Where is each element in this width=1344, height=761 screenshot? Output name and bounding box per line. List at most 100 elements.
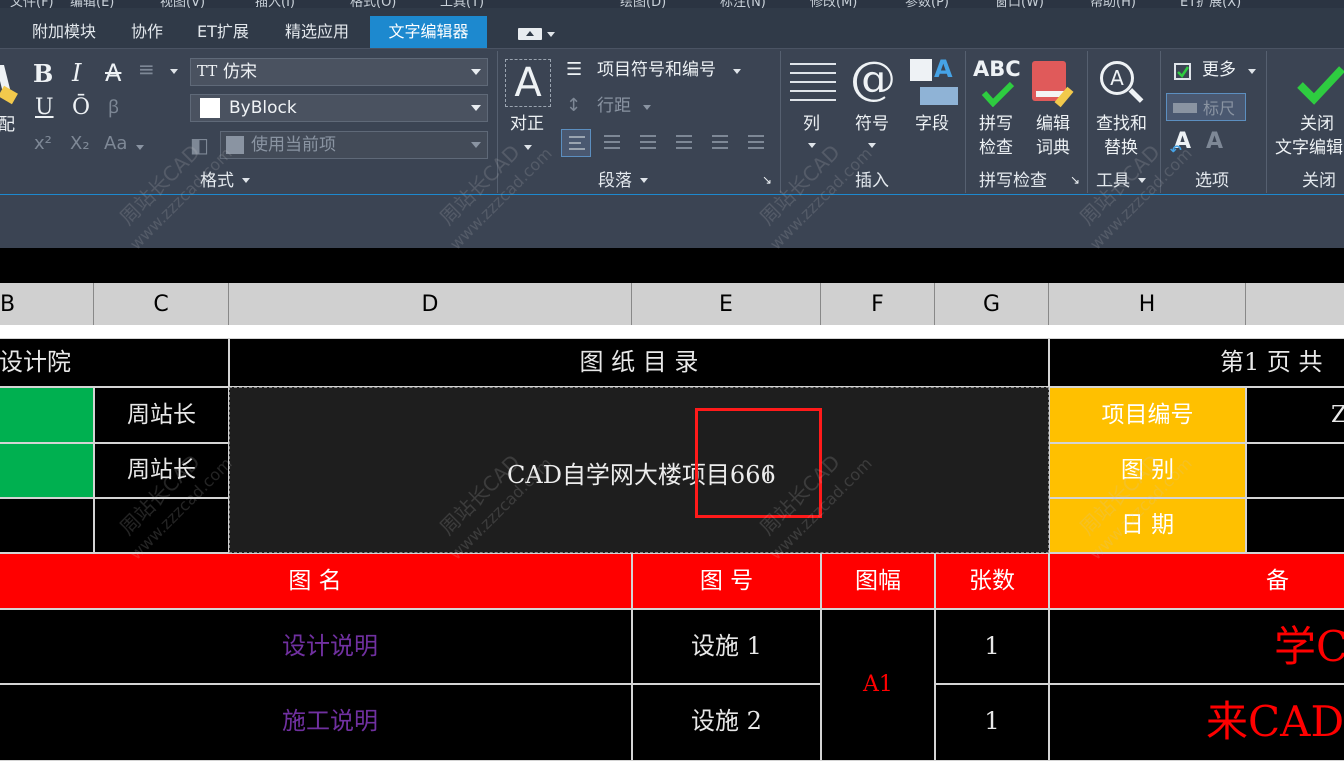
justify-icon[interactable]: A [505, 59, 551, 107]
overline-button[interactable]: Ō [72, 95, 90, 120]
undo-icon[interactable]: A ↶ [1170, 129, 1191, 159]
match-format-icon[interactable] [0, 61, 22, 109]
column-header-d[interactable]: D [229, 283, 632, 325]
menu-item[interactable]: 绘图(D) [620, 0, 666, 8]
drawing-index-title-cell[interactable]: 图 纸 目 录 [229, 338, 1049, 387]
design-institute-cell[interactable]: 设计院 [0, 338, 229, 387]
symbol-icon[interactable]: @ [850, 51, 896, 105]
table-row-number[interactable]: 设施 2 [632, 684, 821, 761]
panel-display-toggle-icon[interactable] [518, 28, 542, 40]
column-header-h[interactable]: H [1049, 283, 1246, 325]
column-header-e[interactable]: E [632, 283, 821, 325]
ruler-toggle-button[interactable]: 标尺 [1166, 93, 1246, 121]
symbol-label[interactable]: 符号 [855, 113, 889, 136]
bullets-label[interactable]: 项目符号和编号 [597, 59, 716, 82]
drawing-category-label-cell[interactable]: 图 别 [1049, 443, 1246, 498]
reviewer-cell[interactable]: 周站长 [94, 443, 229, 498]
menu-item[interactable]: 参数(P) [905, 0, 949, 8]
menu-item[interactable]: 格式(O) [350, 0, 396, 8]
dictionary-label-2[interactable]: 词典 [1036, 137, 1070, 160]
green-cell[interactable] [0, 387, 94, 443]
sheet-size-header[interactable]: 图幅 [821, 553, 935, 609]
table-row-size[interactable]: A1 [821, 609, 935, 761]
menu-item[interactable]: 帮助(H) [1090, 0, 1136, 8]
tab-addons[interactable]: 附加模块 [14, 16, 114, 48]
format-panel-title[interactable]: 格式 [200, 169, 250, 193]
field-icon[interactable]: A [910, 55, 958, 107]
chevron-down-icon[interactable] [808, 143, 816, 148]
italic-button[interactable]: I [72, 59, 81, 87]
menu-item[interactable]: 插入(I) [255, 0, 295, 8]
close-editor-label-2[interactable]: 文字编辑 [1275, 137, 1343, 160]
color-select[interactable]: ByBlock [190, 94, 488, 122]
spell-check-label-2[interactable]: 检查 [979, 137, 1013, 160]
column-header-g[interactable]: G [935, 283, 1049, 325]
dialog-launcher-icon[interactable]: ↘ [1070, 173, 1080, 187]
table-row-count[interactable]: 1 [935, 684, 1049, 761]
project-number-value-cell[interactable]: Z [1246, 387, 1344, 443]
dialog-launcher-icon[interactable]: ↘ [762, 173, 772, 187]
tab-featured-apps[interactable]: 精选应用 [270, 16, 364, 48]
more-checkbox-icon[interactable] [1174, 63, 1191, 80]
chevron-down-icon[interactable] [170, 69, 178, 74]
menu-item[interactable]: 视图(V) [160, 0, 205, 8]
table-row-number[interactable]: 设施 1 [632, 609, 821, 684]
drawing-number-header[interactable]: 图 号 [632, 553, 821, 609]
date-value-cell[interactable] [1246, 498, 1344, 553]
menu-item[interactable]: 编辑(E) [70, 0, 114, 8]
find-replace-label-2[interactable]: 替换 [1104, 137, 1138, 160]
column-header-i[interactable] [1246, 283, 1344, 325]
green-cell[interactable] [0, 443, 94, 498]
table-row-count[interactable]: 1 [935, 609, 1049, 684]
spell-check-icon[interactable]: ABC [973, 57, 1023, 109]
dictionary-label-1[interactable]: 编辑 [1036, 113, 1070, 136]
tab-text-editor[interactable]: 文字编辑器 [370, 16, 487, 48]
align-left-default-button[interactable] [561, 129, 591, 157]
distribute-button[interactable] [741, 129, 771, 157]
find-replace-icon[interactable]: A [1098, 59, 1148, 109]
page-count-cell[interactable]: 第1 页 共 [1049, 338, 1344, 387]
more-label[interactable]: 更多 [1202, 59, 1236, 82]
sheet-count-header[interactable]: 张数 [935, 553, 1049, 609]
menu-item[interactable]: 工具(T) [440, 0, 484, 8]
tools-panel-title[interactable]: 工具 [1096, 169, 1146, 193]
remarks-header[interactable]: 备 [1049, 553, 1344, 609]
table-row-name[interactable]: 施工说明 [0, 684, 632, 761]
chevron-down-icon[interactable] [547, 32, 555, 37]
find-replace-label-1[interactable]: 查找和 [1096, 113, 1147, 136]
menu-item[interactable]: 文件(F) [10, 0, 54, 8]
chevron-down-icon[interactable] [1248, 69, 1256, 74]
project-number-label-cell[interactable]: 项目编号 [1049, 387, 1246, 443]
font-select[interactable]: TT 仿宋 [190, 58, 488, 86]
columns-icon[interactable] [790, 63, 836, 107]
spell-check-label-1[interactable]: 拼写 [979, 113, 1013, 136]
align-center-button[interactable] [633, 129, 663, 157]
project-name-edit-cell[interactable]: CAD自学网大楼项目666 I [229, 387, 1049, 553]
drawing-category-value-cell[interactable] [1246, 443, 1344, 498]
column-header-b[interactable]: B [0, 283, 94, 325]
align-right-button[interactable] [669, 129, 699, 157]
align-left-button[interactable] [597, 129, 627, 157]
column-header-c[interactable]: C [94, 283, 229, 325]
table-row-name[interactable]: 设计说明 [0, 609, 632, 684]
column-header-f[interactable]: F [821, 283, 935, 325]
date-label-cell[interactable]: 日 期 [1049, 498, 1246, 553]
chevron-down-icon[interactable] [733, 69, 741, 74]
underline-button[interactable]: U [35, 95, 54, 120]
bold-button[interactable]: B [33, 59, 53, 88]
chevron-down-icon[interactable] [868, 143, 876, 148]
field-label[interactable]: 字段 [915, 113, 949, 136]
paragraph-panel-title[interactable]: 段落 [598, 169, 648, 193]
empty-cell[interactable] [94, 498, 229, 553]
strikethrough-button[interactable]: A [105, 59, 121, 87]
table-row-remark[interactable]: 来CAD自 [1049, 684, 1344, 761]
columns-label[interactable]: 列 [803, 113, 820, 136]
menu-item[interactable]: 窗口(W) [995, 0, 1044, 8]
menu-item[interactable]: ET扩展(X) [1180, 0, 1241, 8]
justify-label[interactable]: 对正 [510, 113, 544, 136]
close-editor-label-1[interactable]: 关闭 [1300, 113, 1334, 136]
dictionary-icon[interactable] [1030, 59, 1078, 108]
tab-et-extension[interactable]: ET扩展 [184, 16, 262, 48]
close-editor-icon[interactable] [1296, 65, 1344, 105]
drawing-name-header[interactable]: 图 名 [0, 553, 632, 609]
